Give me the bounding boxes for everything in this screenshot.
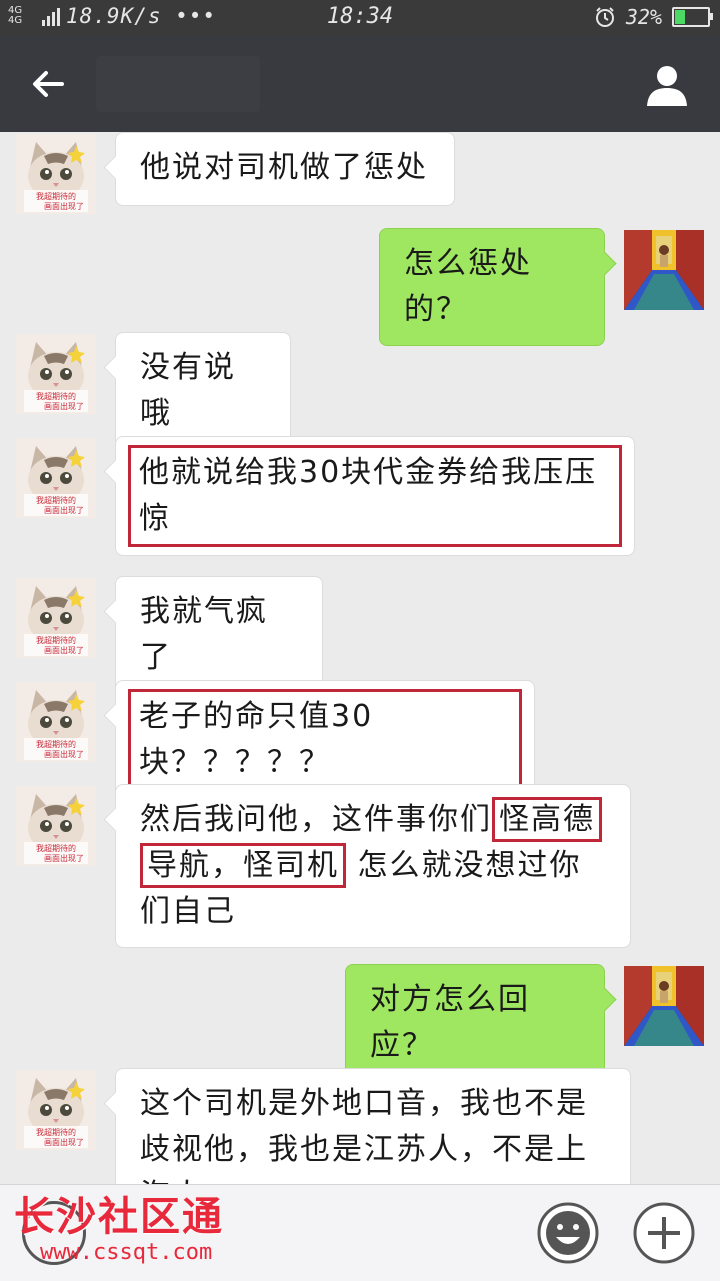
chat-title xyxy=(96,56,260,112)
alarm-icon xyxy=(595,7,614,27)
battery-percent: 32% xyxy=(625,5,662,29)
back-arrow-icon[interactable] xyxy=(28,62,72,106)
contact-avatar[interactable]: 我超期待的 画面出现了 xyxy=(16,438,96,518)
contact-avatar[interactable]: 我超期待的 画面出现了 xyxy=(16,334,96,414)
received-message[interactable]: 然后我问他，这件事你们 怪高德导航，怪司机 怎么就没想过你们自己 xyxy=(115,784,631,948)
svg-text:画面出现了: 画面出现了 xyxy=(44,201,84,211)
svg-text:画面出现了: 画面出现了 xyxy=(44,505,84,515)
contact-avatar[interactable]: 我超期待的 画面出现了 xyxy=(16,578,96,658)
add-more-icon[interactable] xyxy=(632,1201,696,1265)
input-bar: 长沙社区通 www.cssqt.com xyxy=(0,1184,720,1281)
svg-text:我超期待的: 我超期待的 xyxy=(36,1127,76,1137)
message-list[interactable]: 我超期待的 画面出现了 他说对司机做了惩处 怎么惩处的？ 我超期待的 画面出现了… xyxy=(0,132,720,1184)
svg-text:画面出现了: 画面出现了 xyxy=(44,749,84,759)
message-text: 他说对司机做了惩处 xyxy=(140,150,428,185)
status-bar: 4G 4G 18.9K/s ••• 18:34 32% xyxy=(0,0,720,36)
highlighted-text: 老子的命只值30块？？？？？ xyxy=(128,689,522,791)
svg-text:我超期待的: 我超期待的 xyxy=(36,495,76,505)
svg-text:我超期待的: 我超期待的 xyxy=(36,635,76,645)
watermark-name: 长沙社区通 xyxy=(14,1194,224,1240)
contact-avatar[interactable]: 我超期待的 画面出现了 xyxy=(16,682,96,762)
svg-text:我超期待的: 我超期待的 xyxy=(36,391,76,401)
message-text: 这个司机是外地口音，我也不是歧视他，我也是江苏人，不是上海人。 xyxy=(140,1086,588,1184)
received-message[interactable]: 他说对司机做了惩处 xyxy=(115,132,455,206)
received-message[interactable]: 没有说哦 xyxy=(115,332,291,450)
watermark: 长沙社区通 www.cssqt.com xyxy=(14,1193,224,1265)
svg-text:画面出现了: 画面出现了 xyxy=(44,1137,84,1147)
contact-avatar[interactable]: 我超期待的 画面出现了 xyxy=(16,786,96,866)
svg-text:画面出现了: 画面出现了 xyxy=(44,645,84,655)
received-message[interactable]: 我就气疯了 xyxy=(115,576,323,694)
message-text: 没有说哦 xyxy=(140,350,236,431)
svg-text:画面出现了: 画面出现了 xyxy=(44,401,84,411)
chat-header xyxy=(0,36,720,132)
sent-message[interactable]: 对方怎么回应？ xyxy=(345,964,605,1082)
my-avatar[interactable] xyxy=(624,230,704,310)
message-text: 怎么惩处的？ xyxy=(404,246,532,327)
message-text: 我就气疯了 xyxy=(140,594,268,675)
highlighted-text: 他就说给我30块代金券给我压压惊 xyxy=(128,445,622,547)
contact-avatar[interactable]: 我超期待的 画面出现了 xyxy=(16,1070,96,1150)
sent-message[interactable]: 怎么惩处的？ xyxy=(379,228,605,346)
received-message[interactable]: 他就说给我30块代金券给我压压惊 xyxy=(115,436,635,556)
svg-text:我超期待的: 我超期待的 xyxy=(36,843,76,853)
message-text: 然后我问他，这件事你们 xyxy=(140,802,492,837)
battery-level xyxy=(675,10,686,24)
my-avatar[interactable] xyxy=(624,966,704,1046)
contact-avatar[interactable]: 我超期待的 画面出现了 xyxy=(16,134,96,214)
battery-icon xyxy=(672,7,713,27)
svg-text:我超期待的: 我超期待的 xyxy=(36,739,76,749)
svg-text:我超期待的: 我超期待的 xyxy=(36,191,76,201)
svg-text:画面出现了: 画面出现了 xyxy=(44,853,84,863)
message-text: 对方怎么回应？ xyxy=(370,982,530,1063)
emoji-icon[interactable] xyxy=(536,1201,600,1265)
status-right: 32% xyxy=(594,5,713,29)
received-message[interactable]: 这个司机是外地口音，我也不是歧视他，我也是江苏人，不是上海人。 xyxy=(115,1068,631,1184)
contact-info-icon[interactable] xyxy=(644,62,690,108)
received-message[interactable]: 老子的命只值30块？？？？？ xyxy=(115,680,535,800)
watermark-url: www.cssqt.com xyxy=(40,1240,213,1265)
